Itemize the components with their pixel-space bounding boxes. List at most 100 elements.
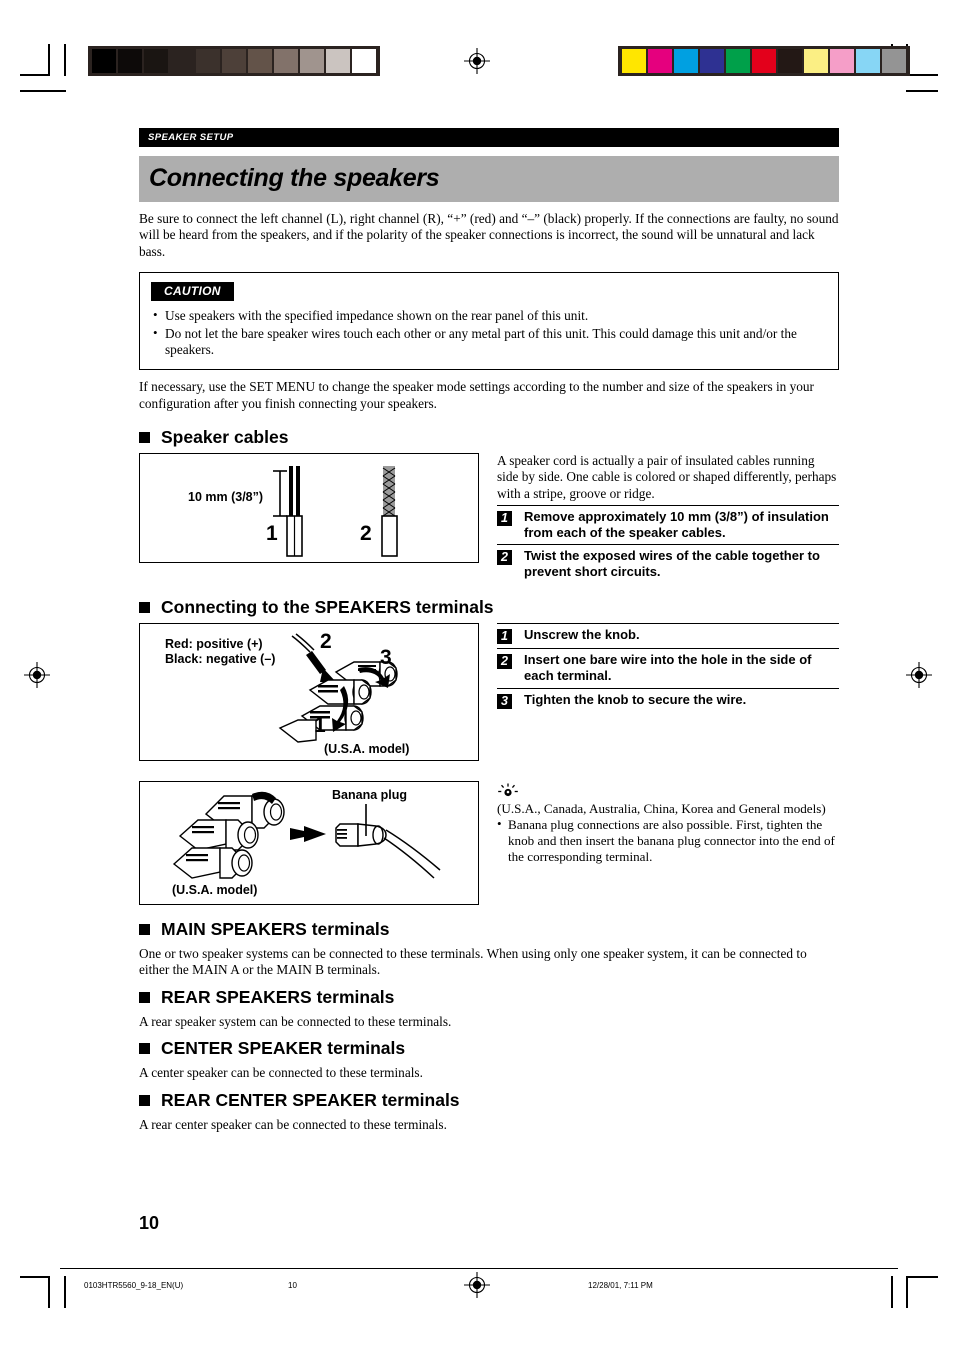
intro-paragraph: Be sure to connect the left channel (L),…	[139, 211, 839, 259]
speaker-cables-text-column: A speaker cord is actually a pair of ins…	[497, 453, 839, 584]
crop-mark-top-left-vertical	[48, 44, 50, 76]
step-number: 2	[497, 654, 512, 670]
square-bullet-icon	[139, 432, 150, 444]
color-swatch	[804, 49, 828, 73]
tip-models-line: (U.S.A., Canada, Australia, China, Korea…	[497, 801, 826, 817]
footer-file-id: 0103HTR5560_9-18_EN(U)	[84, 1281, 184, 1290]
square-bullet-icon	[139, 991, 150, 1003]
color-swatch	[778, 49, 802, 73]
square-bullet-icon	[139, 924, 150, 936]
banana-plug-figure-column: Banana plug (U.S.A. model)	[139, 781, 479, 906]
tip-block: (U.S.A., Canada, Australia, China, Korea…	[497, 783, 839, 865]
list-item: 1 Remove approximately 10 mm (3/8”) of i…	[497, 504, 839, 545]
section-body: One or two speaker systems can be connec…	[139, 946, 807, 978]
speaker-cord-description: A speaker cord is actually a pair of ins…	[497, 453, 837, 501]
section-heading-label: CENTER SPEAKER terminals	[161, 1038, 406, 1059]
footer-divider	[60, 1268, 898, 1269]
section-heading-speakers-terminals: Connecting to the SPEAKERS terminals	[139, 597, 839, 618]
square-bullet-icon	[139, 602, 150, 614]
section-heading-main-speakers: MAIN SPEAKERS terminals	[139, 919, 839, 940]
grayscale-calibration-bar	[88, 46, 380, 76]
grayscale-swatch	[274, 49, 298, 73]
crop-mark-bottom-left-vertical	[48, 1276, 50, 1308]
color-swatch	[856, 49, 880, 73]
terminal-figure-number-2: 2	[320, 630, 332, 654]
step-number: 2	[497, 550, 512, 566]
grayscale-swatch	[300, 49, 324, 73]
step-text: Unscrew the knob.	[524, 627, 640, 643]
list-item: Use speakers with the specified impedanc…	[151, 307, 827, 324]
speaker-cables-steps: 1 Remove approximately 10 mm (3/8”) of i…	[497, 504, 839, 584]
speakers-terminals-text-column: 1 Unscrew the knob. 2 Insert one bare wi…	[497, 623, 839, 761]
footer-timestamp: 12/28/01, 7:11 PM	[588, 1281, 653, 1290]
terminal-figure-number-3: 3	[380, 646, 392, 670]
cable-figure-number-1: 1	[266, 522, 278, 546]
speakers-terminals-row: Red: positive (+) Black: negative (–) 1 …	[139, 623, 839, 762]
color-swatch	[674, 49, 698, 73]
step-text: Tighten the knob to secure the wire.	[524, 691, 747, 707]
section-heading-label: Connecting to the SPEAKERS terminals	[161, 597, 494, 618]
crop-mark-top-right-outer-horizontal	[906, 90, 938, 92]
section-heading-label: REAR SPEAKERS terminals	[161, 986, 395, 1007]
speakers-terminals-steps: 1 Unscrew the knob. 2 Insert one bare wi…	[497, 623, 839, 713]
section-heading-label: Speaker cables	[161, 427, 289, 448]
crop-mark-bottom-right-horizontal	[908, 1276, 938, 1278]
crop-mark-top-left-horizontal	[20, 74, 50, 76]
section-heading-rear-speakers: REAR SPEAKERS terminals	[139, 987, 839, 1008]
step-text: Twist the exposed wires of the cable tog…	[524, 548, 820, 580]
color-swatch	[700, 49, 724, 73]
grayscale-swatch	[92, 49, 116, 73]
color-calibration-bar	[618, 46, 910, 76]
section-heading-label: MAIN SPEAKERS terminals	[161, 919, 390, 940]
section-body: A rear center speaker can be connected t…	[139, 1116, 447, 1132]
banana-plug-row: Banana plug (U.S.A. model) (U.S.A., Cana…	[139, 781, 839, 906]
crop-mark-bottom-left-horizontal	[20, 1276, 50, 1278]
color-swatch	[752, 49, 776, 73]
speaker-cable-drawing	[273, 466, 398, 558]
set-menu-paragraph: If necessary, use the SET MENU to change…	[139, 379, 814, 411]
list-item: 1 Unscrew the knob.	[497, 623, 839, 648]
grayscale-swatch	[326, 49, 350, 73]
model-caption: (U.S.A. model)	[172, 883, 258, 898]
grayscale-swatch	[170, 49, 194, 73]
section-heading-speaker-cables: Speaker cables	[139, 427, 839, 448]
rear-speakers-terminals-block: REAR SPEAKERS terminals A rear speaker s…	[139, 987, 839, 1030]
list-item: 3 Tighten the knob to secure the wire.	[497, 687, 839, 713]
square-bullet-icon	[139, 1094, 150, 1106]
terminal-block-drawing	[278, 633, 398, 743]
registration-target-top	[464, 48, 490, 74]
running-head: SPEAKER SETUP	[139, 128, 839, 147]
step-number: 1	[497, 629, 512, 645]
section-heading-label: REAR CENTER SPEAKER terminals	[161, 1089, 460, 1110]
speaker-cables-row: 10 mm (3/8”) 1 2 A speaker cord is actua…	[139, 453, 839, 584]
page-number: 10	[139, 1213, 160, 1233]
grayscale-swatch	[248, 49, 272, 73]
page-content: SPEAKER SETUP Connecting the speakers Be…	[139, 128, 839, 1133]
section-heading-rear-center-speaker: REAR CENTER SPEAKER terminals	[139, 1090, 839, 1111]
step-text: Remove approximately 10 mm (3/8”) of ins…	[524, 508, 829, 540]
registration-target-bottom	[464, 1272, 490, 1298]
terminal-figure-number-1: 1	[314, 714, 326, 738]
registration-target-left	[24, 662, 50, 688]
tip-list: Banana plug connections are also possibl…	[497, 816, 839, 865]
banana-plug-text-column: (U.S.A., Canada, Australia, China, Korea…	[497, 781, 839, 905]
color-swatch	[648, 49, 672, 73]
list-item: 2 Insert one bare wire into the hole in …	[497, 648, 839, 688]
step-number: 3	[497, 693, 512, 709]
grayscale-swatch	[222, 49, 246, 73]
footer-page-number: 10	[288, 1281, 297, 1290]
model-caption: (U.S.A. model)	[324, 742, 410, 757]
color-swatch	[726, 49, 750, 73]
grayscale-swatch	[144, 49, 168, 73]
crop-mark-bottom-right-vertical	[891, 1276, 893, 1308]
registration-target-right	[906, 662, 932, 688]
section-heading-center-speaker: CENTER SPEAKER terminals	[139, 1038, 839, 1059]
speaker-cables-figure: 10 mm (3/8”) 1 2	[139, 453, 479, 564]
crop-mark-top-right-horizontal	[908, 74, 938, 76]
section-body: A center speaker can be connected to the…	[139, 1065, 423, 1081]
grayscale-swatch	[352, 49, 376, 73]
main-speakers-terminals-block: MAIN SPEAKERS terminals One or two speak…	[139, 919, 839, 979]
crop-mark-top-left-outer-horizontal	[20, 90, 66, 92]
step-number: 1	[497, 510, 512, 526]
speakers-terminals-figure: Red: positive (+) Black: negative (–) 1 …	[139, 623, 479, 762]
